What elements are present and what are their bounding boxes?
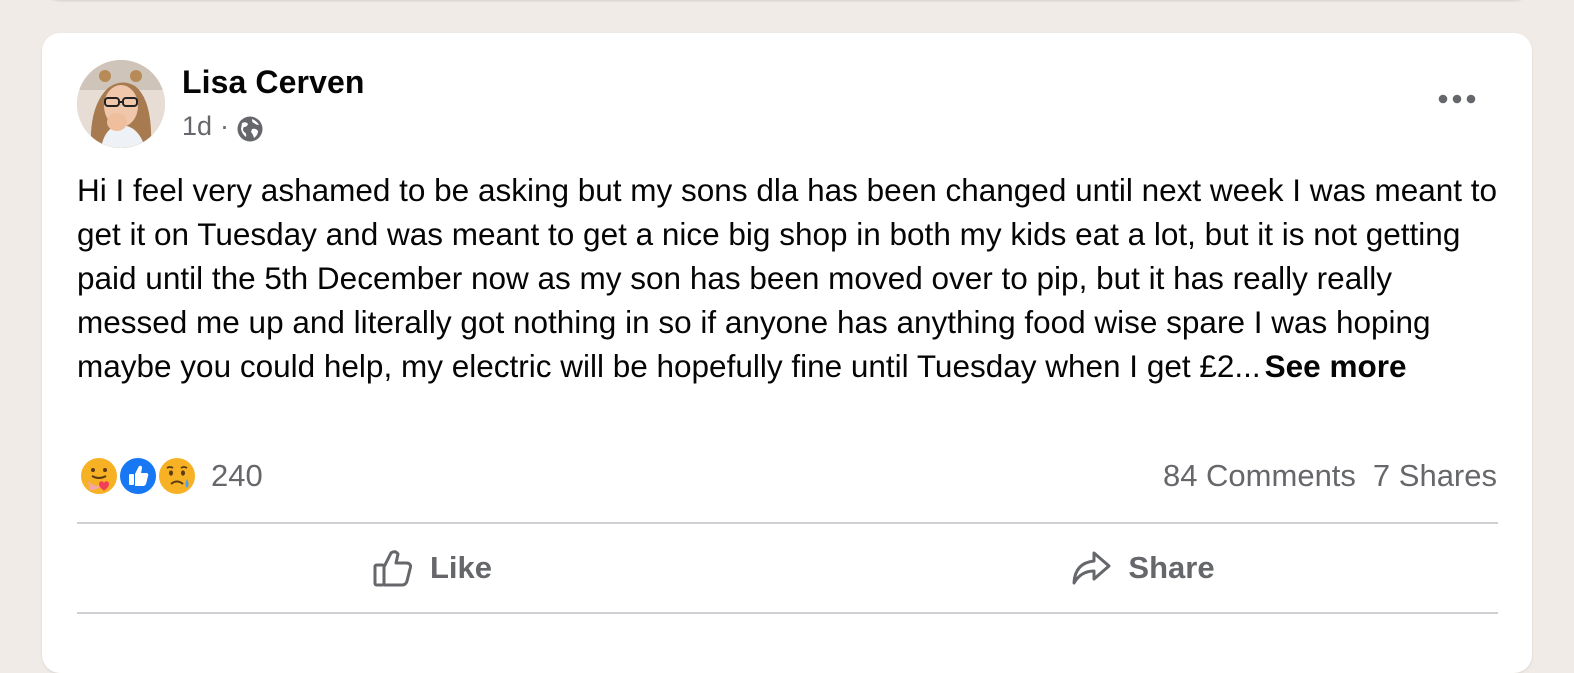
care-reaction-icon: [78, 455, 120, 497]
post-timestamp[interactable]: 1d: [182, 111, 212, 142]
share-label: Share: [1128, 550, 1215, 585]
post-text: Hi I feel very ashamed to be asking but …: [77, 168, 1507, 388]
like-button[interactable]: Like: [77, 524, 787, 612]
reaction-summary[interactable]: 240: [78, 454, 263, 498]
reaction-count: 240: [211, 458, 263, 493]
more-options-icon[interactable]: [1435, 83, 1479, 115]
like-reaction-icon: [117, 455, 159, 497]
post-meta: 1d ·: [182, 109, 264, 143]
see-more-link[interactable]: See more: [1265, 348, 1407, 384]
action-bar-divider-bottom: [77, 612, 1498, 614]
author-name[interactable]: Lisa Cerven: [182, 64, 365, 101]
sad-reaction-icon: [156, 455, 198, 497]
thumbs-up-icon: [373, 550, 413, 587]
engagement-stats: 84 Comments 7 Shares: [1163, 458, 1497, 494]
avatar-photo: [77, 60, 165, 148]
share-button[interactable]: Share: [787, 524, 1498, 612]
meta-separator: ·: [220, 110, 230, 141]
post-card: Lisa Cerven 1d · Hi I feel very ashamed …: [42, 33, 1532, 673]
globe-icon[interactable]: [236, 115, 264, 143]
shares-count[interactable]: 7 Shares: [1373, 458, 1497, 494]
author-avatar[interactable]: [77, 60, 165, 148]
comments-count[interactable]: 84 Comments: [1163, 458, 1356, 494]
like-label: Like: [429, 550, 493, 585]
share-arrow-icon: [1072, 551, 1111, 585]
